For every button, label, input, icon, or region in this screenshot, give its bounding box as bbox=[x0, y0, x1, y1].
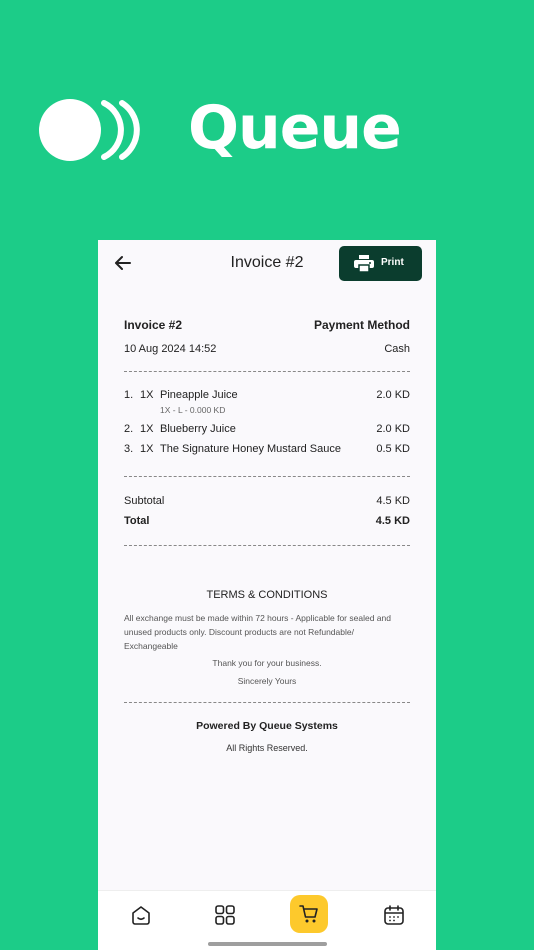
item-qty: 1X bbox=[140, 443, 154, 455]
divider bbox=[124, 371, 410, 372]
invoice-datetime: 10 Aug 2024 14:52 bbox=[124, 343, 217, 355]
top-bar: Invoice #2 Print bbox=[98, 240, 436, 288]
brand-logo: Queue bbox=[38, 93, 402, 163]
home-indicator bbox=[208, 942, 327, 946]
subtotal-value: 4.5 KD bbox=[376, 495, 410, 507]
item-name: The Signature Honey Mustard Sauce bbox=[160, 443, 341, 455]
total-label: Total bbox=[124, 515, 150, 527]
payment-method-label: Payment Method bbox=[313, 318, 410, 332]
invoice-header-row: Invoice #2 Payment Method bbox=[124, 318, 410, 332]
terms-body: All exchange must be made within 72 hour… bbox=[124, 613, 391, 651]
item-index: 3. bbox=[124, 443, 134, 455]
item-name: Blueberry Juice bbox=[160, 423, 236, 435]
thanks-text: Thank you for your business. bbox=[212, 658, 322, 668]
total-row: Total 4.5 KD bbox=[124, 515, 410, 527]
invoice-number: Invoice #2 bbox=[124, 318, 183, 332]
terms-title: TERMS & CONDITIONS bbox=[206, 589, 328, 601]
printer-icon bbox=[354, 255, 374, 273]
rights-text: All Rights Reserved. bbox=[226, 743, 308, 753]
brand-name: Queue bbox=[188, 93, 402, 163]
print-label: Print bbox=[381, 257, 404, 268]
item-price: 2.0 KD bbox=[376, 423, 410, 435]
tab-calendar[interactable] bbox=[382, 903, 406, 927]
item-qty: 1X bbox=[140, 423, 154, 435]
item-price: 2.0 KD bbox=[376, 389, 410, 401]
bottom-tab-bar bbox=[98, 890, 436, 950]
queue-logo-icon bbox=[39, 99, 140, 161]
powered-by: Powered By Queue Systems bbox=[196, 720, 338, 732]
invoice-screen: Invoice #2 Print Invoice #2 Payment Meth… bbox=[98, 240, 436, 950]
invoice-meta-row: 10 Aug 2024 14:52 Cash bbox=[124, 343, 410, 355]
item-name: Pineapple Juice bbox=[160, 389, 238, 401]
item-price: 0.5 KD bbox=[376, 443, 410, 455]
payment-method-value: Cash bbox=[384, 343, 410, 355]
divider bbox=[124, 702, 410, 703]
tab-cart[interactable] bbox=[290, 895, 328, 933]
item-qty: 1X bbox=[140, 389, 154, 401]
tab-home[interactable] bbox=[129, 903, 153, 927]
divider bbox=[124, 476, 410, 477]
tab-grid[interactable] bbox=[213, 903, 237, 927]
item-modifier: 1X - L - 0.000 KD bbox=[160, 405, 226, 415]
grid-icon bbox=[215, 905, 235, 925]
total-value: 4.5 KD bbox=[375, 515, 410, 527]
item-index: 2. bbox=[124, 423, 134, 435]
cart-icon bbox=[299, 905, 318, 923]
item-index: 1. bbox=[124, 389, 134, 401]
subtotal-row: Subtotal 4.5 KD bbox=[124, 495, 410, 507]
sign-off-text: Sincerely Yours bbox=[237, 676, 297, 686]
divider bbox=[124, 545, 410, 546]
calendar-icon bbox=[384, 905, 404, 925]
home-icon bbox=[132, 906, 150, 925]
print-button[interactable]: Print bbox=[339, 246, 422, 281]
subtotal-label: Subtotal bbox=[124, 495, 165, 507]
